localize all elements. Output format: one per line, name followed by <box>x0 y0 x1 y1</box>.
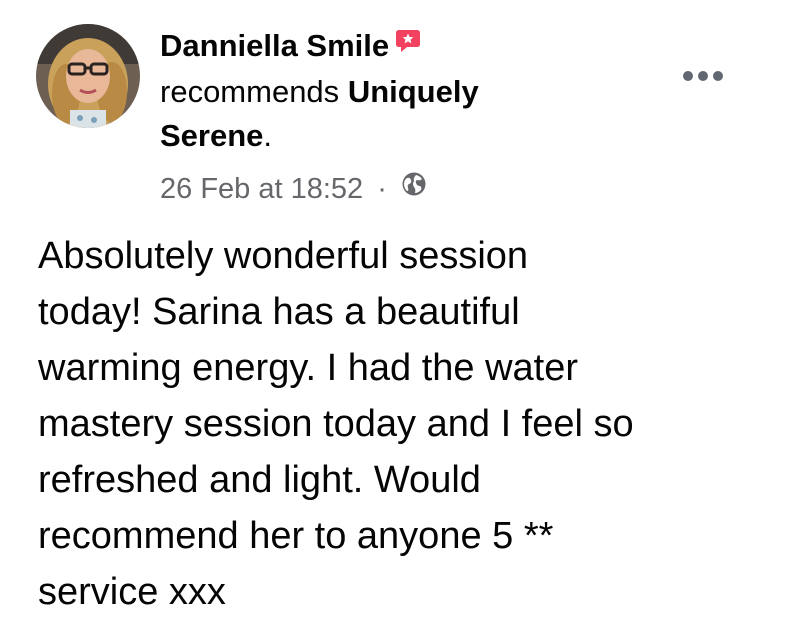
avatar-image <box>36 24 140 128</box>
globe-icon[interactable] <box>401 169 427 207</box>
post-text-line: mastery session today and I feel so <box>38 403 634 445</box>
avatar[interactable] <box>36 24 140 128</box>
page-suffix: . <box>263 117 273 153</box>
post-text-line: recommend her to anyone 5 ** <box>38 515 554 557</box>
post-text: Absolutely wonderful session today! Sari… <box>38 228 778 620</box>
post-header: Danniella Smile recommends Uniquely Sere… <box>160 24 580 209</box>
more-options-button[interactable] <box>680 66 726 86</box>
recommends-text: recommends <box>160 73 340 109</box>
recommendation-post: Danniella Smile recommends Uniquely Sere… <box>0 0 810 640</box>
post-text-line: Absolutely wonderful session <box>38 235 529 277</box>
author-name[interactable]: Danniella Smile <box>160 28 389 63</box>
author-line: Danniella Smile <box>160 24 580 70</box>
post-text-line: refreshed and light. Would <box>38 459 481 501</box>
meta-separator: · <box>377 172 387 205</box>
more-options-icon <box>683 71 723 81</box>
recommendation-badge-icon <box>395 22 421 66</box>
post-meta: 26 Feb at 18:52 · <box>160 170 580 209</box>
post-text-line: warming energy. I had the water <box>38 347 579 389</box>
post-text-line: service xxx <box>38 571 226 613</box>
recommends-line: recommends Uniquely Serene. <box>160 70 580 158</box>
post-text-line: today! Sarina has a beautiful <box>38 291 520 333</box>
post-timestamp[interactable]: 26 Feb at 18:52 <box>160 173 363 205</box>
